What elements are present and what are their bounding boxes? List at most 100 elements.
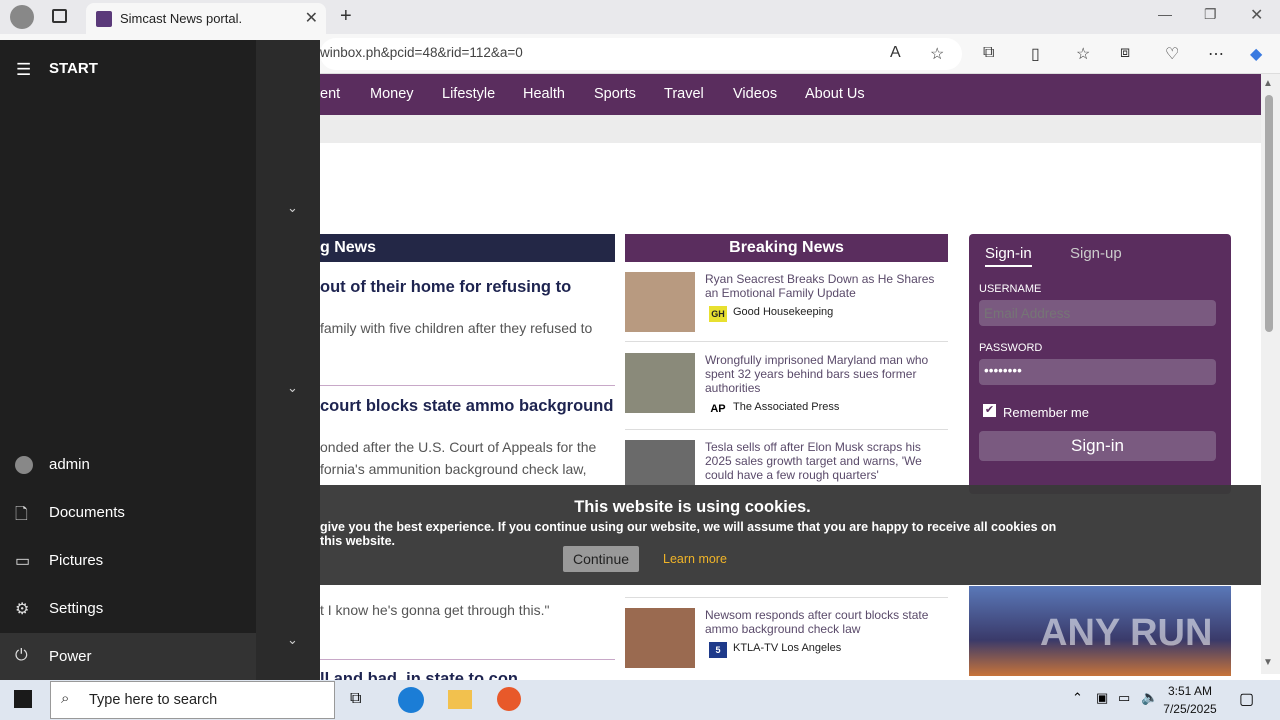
news-thumbnail[interactable] bbox=[625, 440, 695, 485]
taskbar-search[interactable]: ⌕ Type here to search bbox=[50, 681, 335, 719]
trending-news-header: g News bbox=[320, 234, 615, 262]
nav-travel[interactable]: Travel bbox=[664, 86, 704, 102]
tab-signup[interactable]: Sign-up bbox=[1070, 245, 1122, 262]
chevron-down-icon[interactable]: ⌄ bbox=[287, 200, 298, 216]
power-icon: ⏻ bbox=[15, 647, 28, 664]
start-item-documents[interactable]: Documents bbox=[49, 504, 125, 521]
nav-about-us[interactable]: About Us bbox=[805, 86, 865, 102]
chevron-down-icon[interactable]: ⌄ bbox=[287, 632, 298, 648]
divider bbox=[320, 385, 615, 386]
news-item[interactable]: Tesla sells off after Elon Musk scraps h… bbox=[625, 440, 948, 485]
breaking-news-header: Breaking News bbox=[625, 234, 948, 262]
article-snippet: family with five children after they ref… bbox=[320, 320, 593, 336]
username-input[interactable] bbox=[979, 300, 1216, 326]
nav-entertainment[interactable]: ent bbox=[320, 86, 340, 102]
power-row[interactable] bbox=[0, 633, 256, 680]
nav-lifestyle[interactable]: Lifestyle bbox=[442, 86, 495, 102]
cookie-text: give you the best experience. If you con… bbox=[320, 520, 1057, 548]
cookie-title: This website is using cookies. bbox=[574, 498, 811, 516]
performance-icon[interactable]: ♡ bbox=[1165, 44, 1179, 64]
article-headline[interactable]: ll and bad, in state to con... bbox=[320, 670, 532, 680]
firefox-icon[interactable] bbox=[497, 687, 521, 711]
start-item-settings[interactable]: Settings bbox=[49, 600, 103, 617]
tray-device-icon[interactable]: ▣ bbox=[1096, 690, 1108, 706]
restore-icon[interactable]: ❐ bbox=[1204, 6, 1217, 23]
settings-gear-icon: ⚙ bbox=[15, 601, 30, 618]
remember-label: Remember me bbox=[1003, 405, 1089, 420]
news-title[interactable]: Ryan Seacrest Breaks Down as He Shares a… bbox=[705, 272, 945, 300]
divider bbox=[625, 429, 948, 430]
pictures-icon: ▭ bbox=[15, 553, 31, 570]
copilot-icon[interactable]: ◆ bbox=[1250, 44, 1262, 64]
network-icon[interactable]: ▭ bbox=[1118, 690, 1130, 706]
windows-start-icon[interactable] bbox=[14, 690, 32, 708]
tab-simcast[interactable]: Simcast News portal. ✕ bbox=[86, 3, 326, 34]
article-headline[interactable]: out of their home for refusing to bbox=[320, 278, 571, 297]
news-thumbnail[interactable] bbox=[625, 353, 695, 413]
chevron-down-icon[interactable]: ⌄ bbox=[287, 380, 298, 396]
nav-sports[interactable]: Sports bbox=[594, 86, 636, 102]
tray-chevron-icon[interactable]: ⌃ bbox=[1072, 690, 1083, 706]
split-screen-icon[interactable]: ▯ bbox=[1031, 44, 1040, 64]
read-aloud-icon[interactable]: A bbox=[890, 44, 901, 62]
edge-icon[interactable] bbox=[398, 687, 424, 713]
notifications-icon[interactable]: ▢ bbox=[1239, 689, 1254, 709]
news-source: KTLA-TV Los Angeles bbox=[733, 642, 842, 654]
scroll-down-icon[interactable]: ▼ bbox=[1263, 657, 1273, 668]
favorite-star-icon[interactable]: ☆ bbox=[930, 44, 944, 64]
tab-actions-icon[interactable] bbox=[52, 9, 67, 23]
nav-health[interactable]: Health bbox=[523, 86, 565, 102]
collections-icon[interactable]: ⧈ bbox=[1120, 44, 1130, 62]
nav-money[interactable]: Money bbox=[370, 86, 414, 102]
minimize-icon[interactable]: — bbox=[1158, 6, 1172, 22]
task-view-icon[interactable]: ⧉ bbox=[350, 690, 361, 708]
extensions-icon[interactable]: ⧉ bbox=[983, 44, 994, 62]
article-snippet: t I know he's gonna get through this." bbox=[320, 602, 550, 618]
news-thumbnail[interactable] bbox=[625, 272, 695, 332]
document-icon: 🗋 bbox=[15, 506, 28, 523]
url-text[interactable]: winbox.ph&pcid=48&rid=112&a=0 bbox=[320, 45, 523, 60]
search-placeholder[interactable]: Type here to search bbox=[89, 692, 217, 708]
signin-button[interactable]: Sign-in bbox=[979, 431, 1216, 461]
close-tab-icon[interactable]: ✕ bbox=[305, 8, 318, 28]
start-menu-tiles bbox=[256, 40, 320, 680]
remember-checkbox[interactable]: ✔ bbox=[983, 404, 996, 417]
volume-icon[interactable]: 🔈 bbox=[1141, 689, 1158, 706]
close-window-icon[interactable]: ✕ bbox=[1250, 5, 1263, 25]
new-tab-icon[interactable]: + bbox=[340, 5, 352, 28]
start-menu bbox=[0, 40, 256, 680]
favorites-icon[interactable]: ☆ bbox=[1076, 44, 1090, 64]
news-source: Good Housekeeping bbox=[733, 306, 834, 318]
news-item[interactable]: Wrongfully imprisoned Maryland man who s… bbox=[625, 353, 948, 415]
start-item-power[interactable]: Power bbox=[49, 648, 92, 665]
more-menu-icon[interactable]: ⋯ bbox=[1208, 44, 1224, 64]
news-title[interactable]: Tesla sells off after Elon Musk scraps h… bbox=[705, 440, 945, 482]
news-title[interactable]: Wrongfully imprisoned Maryland man who s… bbox=[705, 353, 945, 395]
news-item[interactable]: Ryan Seacrest Breaks Down as He Shares a… bbox=[625, 272, 948, 332]
tab-title: Simcast News portal. bbox=[120, 11, 243, 26]
article-snippet: onded after the U.S. Court of Appeals fo… bbox=[320, 439, 597, 455]
scroll-up-icon[interactable]: ▲ bbox=[1263, 78, 1273, 89]
watermark: ANY RUN bbox=[1040, 612, 1213, 654]
start-title: START bbox=[49, 60, 98, 77]
source-logo: GH bbox=[709, 306, 727, 322]
password-input[interactable]: •••••••• bbox=[979, 359, 1216, 385]
divider bbox=[625, 341, 948, 342]
start-item-pictures[interactable]: Pictures bbox=[49, 552, 103, 569]
news-thumbnail[interactable] bbox=[625, 608, 695, 668]
hamburger-icon[interactable]: ☰ bbox=[16, 60, 31, 80]
tab-signin[interactable]: Sign-in bbox=[985, 245, 1032, 267]
clock-time[interactable]: 3:51 AM bbox=[1160, 684, 1220, 698]
news-item[interactable]: Newsom responds after court blocks state… bbox=[625, 608, 948, 668]
scrollbar-thumb[interactable] bbox=[1265, 95, 1273, 332]
nav-videos[interactable]: Videos bbox=[733, 86, 777, 102]
search-icon: ⌕ bbox=[61, 690, 70, 707]
cookie-continue-button[interactable]: Continue bbox=[563, 546, 639, 572]
article-headline[interactable]: court blocks state ammo background bbox=[320, 397, 613, 416]
start-item-admin[interactable]: admin bbox=[49, 456, 90, 473]
news-title[interactable]: Newsom responds after court blocks state… bbox=[705, 608, 945, 636]
cookie-learn-more-link[interactable]: Learn more bbox=[663, 552, 727, 566]
file-explorer-icon[interactable] bbox=[448, 690, 472, 709]
profile-icon[interactable] bbox=[10, 5, 34, 29]
clock-date[interactable]: 7/25/2025 bbox=[1160, 702, 1220, 716]
